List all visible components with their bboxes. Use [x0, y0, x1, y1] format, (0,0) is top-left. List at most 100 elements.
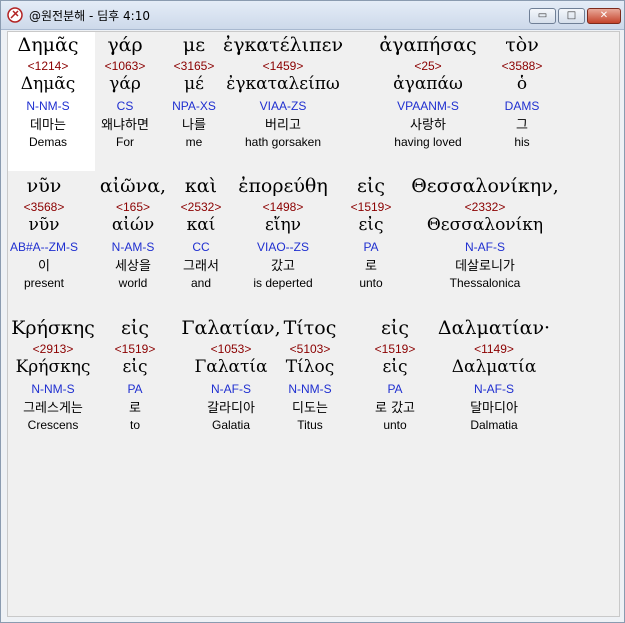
close-button[interactable]: ✕ — [587, 8, 621, 24]
word-english: Titus — [297, 418, 323, 432]
word-korean: 그레스게는 — [23, 401, 83, 416]
word-morph: NPA-XS — [172, 99, 216, 113]
word-greek[interactable]: Θεσσαλονίκην, — [411, 175, 559, 197]
app-logo-icon — [7, 7, 23, 23]
word-greek[interactable]: τὸν — [505, 34, 539, 56]
word-lemma: Κρήσκης — [15, 357, 91, 377]
word-morph: N-NM-S — [288, 382, 332, 396]
word-korean: 세상을 — [115, 259, 151, 274]
word-english: to — [129, 418, 141, 432]
word-strong: <2913> — [32, 342, 74, 356]
word-morph: DAMS — [504, 99, 540, 113]
word-korean: 나를 — [182, 118, 206, 133]
word-strong: <2532> — [180, 200, 222, 214]
word-morph: VIAA-ZS — [259, 99, 307, 113]
word-strong: <3165> — [173, 59, 215, 73]
word-korean: 달마디아 — [470, 401, 518, 416]
word-lemma: εἰς — [122, 357, 148, 377]
word-lemma: Δημᾶς — [20, 74, 76, 94]
maximize-button[interactable]: □ — [558, 8, 585, 24]
word-greek[interactable]: εἰς — [381, 317, 409, 339]
word-korean: 버리고 — [265, 118, 301, 133]
title-bar[interactable]: @원전분해 - 딤후 4:10 ▭ □ ✕ — [1, 1, 624, 30]
word-greek[interactable]: Κρήσκης — [11, 317, 95, 339]
window-title: @원전분해 - 딤후 4:10 — [29, 9, 150, 23]
word-morph: CC — [192, 240, 210, 254]
word-greek[interactable]: ἐγκατέλιπεν — [223, 34, 343, 56]
word-lemma: ἐγκαταλείπω — [226, 74, 340, 94]
word-korean: 사랑하 — [410, 118, 446, 133]
word-greek[interactable]: εἰς — [121, 317, 149, 339]
word-greek[interactable]: με — [183, 34, 205, 56]
word-morph: N-AF-S — [474, 382, 514, 396]
word-morph: N-AF-S — [211, 382, 251, 396]
word-strong: <1149> — [474, 342, 514, 356]
word-english: For — [116, 135, 134, 149]
word-greek[interactable]: εἰς — [357, 175, 385, 197]
maximize-icon: □ — [566, 10, 577, 21]
word-morph: PA — [127, 382, 143, 396]
word-english: his — [514, 135, 530, 149]
word-lemma: γάρ — [109, 74, 141, 94]
word-korean: 데마는 — [30, 118, 66, 133]
word-korean: 로 갔고 — [374, 401, 416, 416]
word-strong: <1053> — [210, 342, 252, 356]
word-morph: N-NM-S — [31, 382, 75, 396]
word-english: Galatia — [211, 418, 251, 432]
word-lemma: εἴην — [265, 215, 301, 235]
word-lemma: ἀγαπάω — [393, 74, 463, 94]
word-greek[interactable]: αἰῶνα, — [100, 175, 166, 197]
word-greek[interactable]: νῦν — [27, 175, 62, 197]
word-greek[interactable]: Δημᾶς — [18, 34, 79, 56]
word-lemma: Τίλος — [285, 357, 335, 377]
word-english: and — [190, 276, 212, 290]
word-strong: <1214> — [27, 59, 69, 73]
word-strong: <1519> — [374, 342, 416, 356]
word-korean: 갔고 — [271, 259, 295, 274]
word-lemma: εἰς — [382, 357, 408, 377]
word-english: is deperted — [253, 276, 313, 290]
word-lemma: εἰς — [358, 215, 384, 235]
word-english: Crescens — [27, 418, 79, 432]
word-greek[interactable]: Γαλατίαν, — [181, 317, 280, 339]
word-korean: 데살로니가 — [455, 259, 515, 274]
word-strong: <1498> — [262, 200, 304, 214]
word-lemma: Γαλατία — [194, 357, 268, 377]
word-morph: N-NM-S — [26, 99, 70, 113]
word-strong: <2332> — [464, 200, 506, 214]
word-lemma: νῦν — [28, 215, 60, 235]
word-english: having loved — [394, 135, 462, 149]
word-korean: 디도는 — [292, 401, 328, 416]
word-korean: 그래서 — [183, 259, 219, 274]
word-greek[interactable]: Δαλματίαν· — [438, 317, 550, 339]
minimize-button[interactable]: ▭ — [529, 8, 556, 24]
word-greek[interactable]: ἀγαπήσας — [379, 34, 476, 56]
minimize-icon: ▭ — [537, 10, 548, 21]
word-strong: <3568> — [23, 200, 65, 214]
word-english: Demas — [28, 135, 68, 149]
word-greek[interactable]: γάρ — [107, 34, 142, 56]
word-morph: N-AF-S — [465, 240, 505, 254]
word-english: Dalmatia — [470, 418, 518, 432]
word-greek[interactable]: Τίτος — [284, 317, 337, 339]
word-strong: <5103> — [289, 342, 331, 356]
word-lemma: ὁ — [516, 74, 528, 94]
word-strong: <1459> — [262, 59, 304, 73]
word-english: hath gorsaken — [244, 135, 322, 149]
word-korean: 그 — [516, 118, 528, 133]
word-lemma: μέ — [184, 74, 204, 94]
word-morph: PA — [387, 382, 403, 396]
word-korean: 갈라디아 — [207, 401, 255, 416]
word-lemma: αἰών — [111, 215, 155, 235]
word-greek[interactable]: καὶ — [185, 175, 217, 197]
word-greek[interactable]: ἐπορεύθη — [238, 175, 328, 197]
word-korean: 이 — [38, 259, 50, 274]
word-morph: CS — [116, 99, 134, 113]
word-morph: N-AM-S — [111, 240, 155, 254]
word-morph: PA — [363, 240, 379, 254]
word-english: present — [23, 276, 65, 290]
app-window: @원전분해 - 딤후 4:10 ▭ □ ✕ Δημᾶς <1214> Δημᾶς N-… — [0, 0, 625, 623]
word-strong: <165> — [115, 200, 151, 214]
word-morph: AB#A--ZM-S — [9, 240, 79, 254]
word-korean: 왜냐하면 — [101, 118, 149, 133]
